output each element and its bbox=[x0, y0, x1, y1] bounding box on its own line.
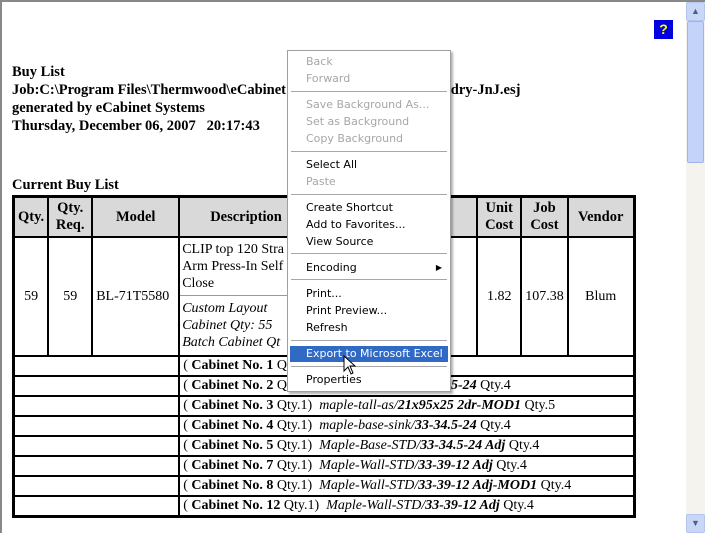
col-job-cost: Job Cost bbox=[520, 195, 569, 238]
scroll-down-icon[interactable]: ▼ bbox=[686, 514, 705, 533]
menu-item-label: Copy Background bbox=[306, 132, 404, 145]
menu-item-label: Print... bbox=[306, 287, 342, 300]
submenu-arrow-icon: ▶ bbox=[435, 263, 442, 272]
menu-item-select-all[interactable]: Select All bbox=[290, 157, 448, 173]
cabinet-empty-cell bbox=[12, 375, 181, 397]
menu-item-label: Create Shortcut bbox=[306, 201, 393, 214]
menu-item-view-source[interactable]: View Source bbox=[290, 234, 448, 250]
menu-item-create-shortcut[interactable]: Create Shortcut bbox=[290, 200, 448, 216]
cell-job-cost: 107.38 bbox=[520, 236, 569, 357]
cabinet-cell: ( Cabinet No. 7 Qty.1) Maple-Wall-STD/33… bbox=[178, 455, 636, 477]
cabinet-cell: ( Cabinet No. 5 Qty.1) Maple-Base-STD/33… bbox=[178, 435, 636, 457]
scroll-up-icon[interactable]: ▲ bbox=[686, 2, 705, 21]
menu-separator bbox=[291, 194, 447, 195]
menu-item-forward[interactable]: Forward bbox=[290, 71, 448, 87]
cell-qty: 59 bbox=[12, 236, 50, 357]
menu-item-label: Forward bbox=[306, 72, 351, 85]
col-unit-cost: Unit Cost bbox=[476, 195, 523, 238]
menu-item-copy-background[interactable]: Copy Background bbox=[290, 131, 448, 147]
cabinet-row: ( Cabinet No. 8 Qty.1) Maple-Wall-STD/33… bbox=[12, 475, 636, 497]
menu-item-label: Export to Microsoft Excel bbox=[306, 347, 443, 360]
menu-item-add-to-favorites[interactable]: Add to Favorites... bbox=[290, 217, 448, 233]
menu-item-back[interactable]: Back bbox=[290, 54, 448, 70]
menu-item-print[interactable]: Print... bbox=[290, 286, 448, 302]
menu-separator bbox=[291, 91, 447, 92]
cell-model: BL-71T5580 bbox=[91, 236, 181, 357]
context-menu: Back Forward Save Background As... Set as B… bbox=[287, 50, 451, 392]
menu-item-refresh[interactable]: Refresh bbox=[290, 320, 448, 336]
menu-item-set-as-background[interactable]: Set as Background bbox=[290, 114, 448, 130]
cabinet-row: ( Cabinet No. 12 Qty.1) Maple-Wall-STD/3… bbox=[12, 495, 636, 518]
menu-item-label: Select All bbox=[306, 158, 358, 171]
menu-separator bbox=[291, 151, 447, 152]
help-icon[interactable]: ? bbox=[654, 20, 673, 39]
cabinet-cell: ( Cabinet No. 12 Qty.1) Maple-Wall-STD/3… bbox=[178, 495, 636, 518]
menu-item-label: Back bbox=[306, 55, 333, 68]
menu-separator bbox=[291, 340, 447, 341]
cabinet-row: ( Cabinet No. 5 Qty.1) Maple-Base-STD/33… bbox=[12, 435, 636, 457]
menu-item-label: View Source bbox=[306, 235, 374, 248]
cabinet-empty-cell bbox=[12, 475, 181, 497]
cabinet-row: ( Cabinet No. 7 Qty.1) Maple-Wall-STD/33… bbox=[12, 455, 636, 477]
cabinet-cell: ( Cabinet No. 3 Qty.1) maple-tall-as/21x… bbox=[178, 395, 636, 417]
cell-unit-cost: 1.82 bbox=[476, 236, 523, 357]
cabinet-empty-cell bbox=[12, 395, 181, 417]
mouse-pointer-icon bbox=[343, 355, 357, 375]
col-qty-req: Qty. Req. bbox=[47, 195, 94, 238]
cabinet-row: ( Cabinet No. 4 Qty.1) maple-base-sink/3… bbox=[12, 415, 636, 437]
menu-separator bbox=[291, 279, 447, 280]
vertical-scrollbar[interactable]: ▲ ▼ bbox=[686, 2, 705, 533]
menu-item-paste[interactable]: Paste bbox=[290, 174, 448, 190]
menu-item-properties[interactable]: Properties bbox=[290, 372, 448, 388]
cell-qty-req: 59 bbox=[47, 236, 94, 357]
table-caption: Current Buy List bbox=[12, 177, 119, 193]
cabinet-empty-cell bbox=[12, 435, 181, 457]
cabinet-empty-cell bbox=[12, 355, 181, 377]
menu-item-label: Encoding bbox=[306, 261, 357, 274]
menu-item-encoding[interactable]: Encoding ▶ bbox=[290, 260, 448, 276]
col-qty: Qty. bbox=[12, 195, 50, 238]
menu-item-label: Save Background As... bbox=[306, 98, 430, 111]
col-model: Model bbox=[91, 195, 181, 238]
cabinet-empty-cell bbox=[12, 495, 181, 518]
menu-separator bbox=[291, 253, 447, 254]
cabinet-row: ( Cabinet No. 3 Qty.1) maple-tall-as/21x… bbox=[12, 395, 636, 417]
cabinet-cell: ( Cabinet No. 4 Qty.1) maple-base-sink/3… bbox=[178, 415, 636, 437]
cell-vendor: Blum bbox=[566, 236, 636, 357]
cabinet-cell: ( Cabinet No. 8 Qty.1) Maple-Wall-STD/33… bbox=[178, 475, 636, 497]
cabinet-empty-cell bbox=[12, 455, 181, 477]
menu-separator bbox=[291, 366, 447, 367]
menu-item-label: Refresh bbox=[306, 321, 348, 334]
menu-item-label: Add to Favorites... bbox=[306, 218, 406, 231]
menu-item-label: Print Preview... bbox=[306, 304, 388, 317]
menu-item-label: Paste bbox=[306, 175, 336, 188]
menu-item-save-background-as[interactable]: Save Background As... bbox=[290, 97, 448, 113]
menu-item-export-to-microsoft-excel[interactable]: Export to Microsoft Excel bbox=[290, 346, 448, 362]
col-vendor: Vendor bbox=[566, 195, 636, 238]
menu-item-label: Set as Background bbox=[306, 115, 410, 128]
cabinet-empty-cell bbox=[12, 415, 181, 437]
scroll-thumb[interactable] bbox=[687, 21, 704, 163]
menu-item-print-preview[interactable]: Print Preview... bbox=[290, 303, 448, 319]
